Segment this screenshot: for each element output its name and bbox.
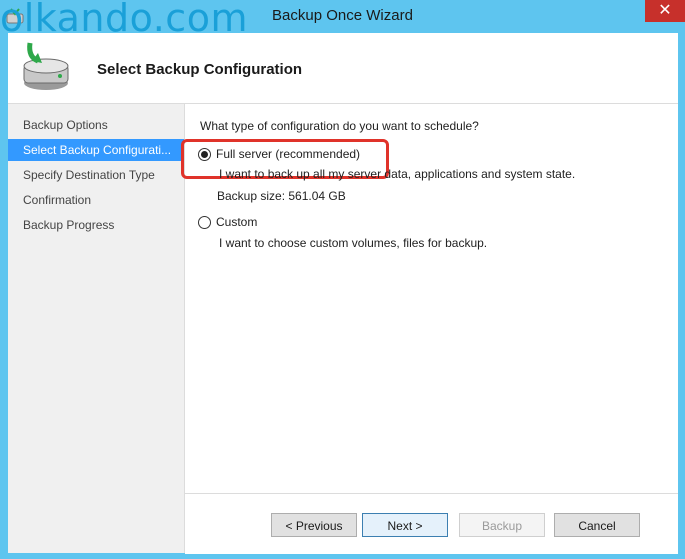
configuration-question: What type of configuration do you want t… (200, 119, 479, 133)
full-server-description: I want to back up all my server data, ap… (219, 167, 576, 181)
title-bar: olkando.com Backup Once Wizard ✕ (0, 0, 685, 40)
close-button[interactable]: ✕ (645, 0, 685, 22)
full-server-radio[interactable] (198, 148, 211, 161)
wizard-steps: Backup Options Select Backup Configurati… (8, 104, 185, 553)
main-content: What type of configuration do you want t… (181, 104, 678, 553)
window-title: Backup Once Wizard (272, 7, 413, 24)
backup-size-text: Backup size: 561.04 GB (217, 189, 346, 203)
custom-description: I want to choose custom volumes, files f… (219, 236, 488, 250)
wizard-window: Select Backup Configuration Backup Optio… (8, 33, 678, 554)
next-button[interactable]: Next > (362, 513, 448, 537)
backup-button[interactable]: Backup (459, 513, 545, 537)
step-select-backup-configuration[interactable]: Select Backup Configurati... (8, 139, 184, 161)
wizard-header: Select Backup Configuration (8, 33, 678, 104)
custom-label[interactable]: Custom (216, 215, 257, 229)
step-specify-destination-type[interactable]: Specify Destination Type (8, 164, 184, 186)
backup-drive-icon (23, 42, 69, 90)
custom-radio[interactable] (198, 216, 211, 229)
previous-button[interactable]: < Previous (271, 513, 357, 537)
cancel-button[interactable]: Cancel (554, 513, 640, 537)
wizard-footer: < Previous Next > Backup Cancel (185, 493, 678, 554)
page-title: Select Backup Configuration (97, 61, 303, 78)
step-backup-progress[interactable]: Backup Progress (8, 214, 184, 236)
step-confirmation[interactable]: Confirmation (8, 189, 184, 211)
step-backup-options[interactable]: Backup Options (8, 114, 184, 136)
full-server-label[interactable]: Full server (recommended) (216, 147, 360, 161)
